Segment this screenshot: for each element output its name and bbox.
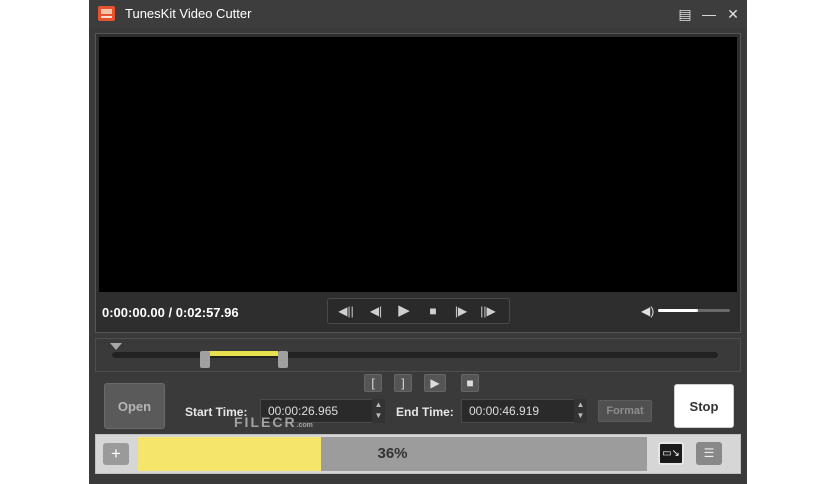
task-list-icon[interactable]: ☰ [696, 442, 722, 465]
selected-segment [208, 351, 278, 356]
segment-end-handle[interactable] [278, 351, 288, 368]
set-end-button[interactable]: ] [394, 374, 412, 392]
set-start-button[interactable]: [ [364, 374, 382, 392]
add-button[interactable]: + [103, 443, 129, 465]
end-time-stepper[interactable]: ▲ ▼ [574, 399, 587, 423]
volume-level [658, 309, 698, 312]
player-controls: ◀|| ◀| ▶ ■ |▶ ||▶ [327, 298, 510, 324]
end-time-input[interactable]: 00:00:46.919 [461, 399, 575, 423]
watermark: FILECR.com [234, 414, 313, 430]
video-preview[interactable] [99, 37, 737, 292]
stop-button[interactable]: Stop [674, 384, 734, 428]
title-bar: TunesKit Video Cutter ▤ — ✕ [89, 0, 747, 28]
time-display: 0:00:00.00 / 0:02:57.96 [102, 305, 239, 320]
end-time-label: End Time: [396, 405, 454, 419]
stop-preview-icon[interactable]: ■ [461, 374, 479, 392]
start-time-stepper[interactable]: ▲ ▼ [372, 399, 385, 423]
next-frame-icon[interactable]: ||▶ [478, 302, 498, 320]
close-icon[interactable]: ✕ [723, 4, 743, 24]
playhead-marker[interactable] [110, 343, 122, 350]
step-back-icon[interactable]: ◀| [366, 302, 386, 320]
stop-icon[interactable]: ■ [423, 302, 443, 320]
play-icon[interactable]: ▶ [394, 302, 414, 320]
step-forward-icon[interactable]: |▶ [451, 302, 471, 320]
video-frame: 0:00:00.00 / 0:02:57.96 ◀|| ◀| ▶ ■ |▶ ||… [95, 33, 741, 333]
minimize-icon[interactable]: — [699, 4, 719, 24]
previous-frame-icon[interactable]: ◀|| [336, 302, 356, 320]
segment-start-handle[interactable] [200, 351, 210, 368]
bottom-bar: + 36% ▭↘ ☰ [95, 434, 741, 474]
volume-icon[interactable]: ◀) [641, 304, 654, 318]
watermark-suffix: .com [296, 422, 313, 429]
format-button[interactable]: Format [598, 400, 652, 422]
menu-icon[interactable]: ▤ [675, 4, 695, 24]
preview-segment-icon[interactable]: ▶ [424, 374, 446, 392]
timeline[interactable] [95, 338, 741, 372]
output-folder-icon[interactable]: ▭↘ [658, 442, 684, 465]
watermark-text: FILECR [234, 414, 297, 430]
open-button[interactable]: Open [104, 383, 165, 429]
volume-slider[interactable] [658, 309, 730, 312]
app-window: TunesKit Video Cutter ▤ — ✕ 0:00:00.00 /… [89, 0, 747, 484]
app-logo-icon [98, 6, 115, 21]
progress-bar: 36% [138, 437, 647, 471]
app-title: TunesKit Video Cutter [125, 6, 252, 21]
progress-text: 36% [377, 445, 408, 462]
